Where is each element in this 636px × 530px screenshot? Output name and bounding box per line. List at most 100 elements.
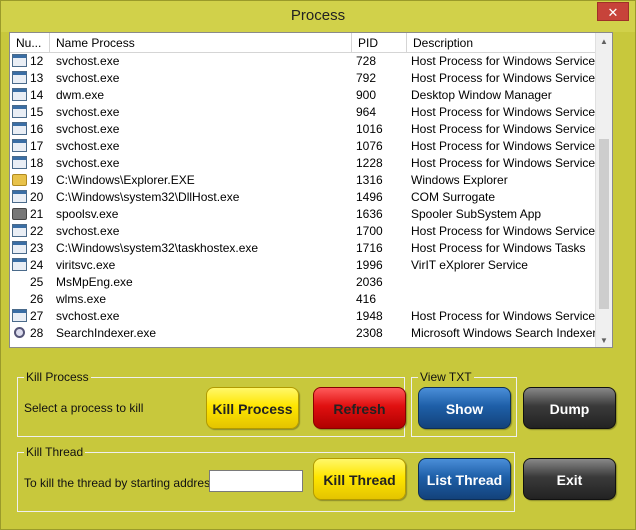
row-description: Host Process for Windows Tasks bbox=[411, 241, 586, 255]
row-number: 14 bbox=[30, 88, 44, 102]
row-number: 16 bbox=[30, 122, 44, 136]
column-pid[interactable]: PID bbox=[352, 33, 407, 53]
table-row[interactable]: 21 spoolsv.exe 1636 Spooler SubSystem App bbox=[10, 206, 605, 223]
row-pid: 1016 bbox=[356, 122, 383, 136]
table-row[interactable]: 27 svchost.exe 1948 Host Process for Window… bbox=[10, 308, 605, 325]
row-process-name: dwm.exe bbox=[56, 88, 105, 102]
scroll-thumb[interactable] bbox=[599, 139, 609, 309]
table-row[interactable]: 28 SearchIndexer.exe 2308 Microsoft Windows… bbox=[10, 325, 605, 342]
dump-button[interactable]: Dump bbox=[523, 387, 616, 429]
window-title: Process bbox=[290, 7, 346, 24]
table-row[interactable]: 25 MsMpEng.exe 2036 bbox=[10, 274, 605, 291]
row-number: 24 bbox=[30, 258, 44, 272]
close-button[interactable]: ✕ bbox=[597, 2, 629, 21]
row-process-name: svchost.exe bbox=[56, 54, 120, 68]
process-window-icon bbox=[12, 224, 28, 239]
scroll-down-icon[interactable]: ▼ bbox=[596, 332, 612, 347]
process-list[interactable]: Nu... Name Process PID Description 12 svc… bbox=[9, 32, 613, 348]
scroll-up-icon[interactable]: ▲ bbox=[596, 33, 612, 50]
table-row[interactable]: 26 wlms.exe 416 bbox=[10, 291, 605, 308]
row-number: 28 bbox=[30, 326, 44, 340]
view-txt-group-label: View TXT bbox=[418, 370, 474, 384]
row-number: 13 bbox=[30, 71, 44, 85]
kill-process-hint: Select a process to kill bbox=[24, 401, 144, 415]
kill-process-group-label: Kill Process bbox=[24, 370, 91, 384]
thread-address-input[interactable] bbox=[209, 470, 303, 492]
row-description: Host Process for Windows Services bbox=[411, 122, 602, 136]
row-pid: 728 bbox=[356, 54, 377, 68]
row-number: 17 bbox=[30, 139, 44, 153]
process-window-icon bbox=[12, 105, 28, 120]
title-bar[interactable]: Process ✕ bbox=[1, 1, 635, 32]
row-process-name: viritsvc.exe bbox=[56, 258, 116, 272]
row-pid: 416 bbox=[356, 292, 377, 306]
row-process-name: spoolsv.exe bbox=[56, 207, 119, 221]
table-row[interactable]: 13 svchost.exe 792 Host Process for Windows… bbox=[10, 70, 605, 87]
table-row[interactable]: 16 svchost.exe 1016 Host Process for Window… bbox=[10, 121, 605, 138]
row-description: Desktop Window Manager bbox=[411, 88, 552, 102]
row-number: 26 bbox=[30, 292, 44, 306]
row-process-name: C:\Windows\system32\DllHost.exe bbox=[56, 190, 240, 204]
row-pid: 2308 bbox=[356, 326, 383, 340]
table-row[interactable]: 18 svchost.exe 1228 Host Process for Window… bbox=[10, 155, 605, 172]
process-window-icon bbox=[12, 190, 28, 205]
column-name-process[interactable]: Name Process bbox=[50, 33, 352, 53]
process-window-icon bbox=[12, 241, 28, 256]
row-pid: 1716 bbox=[356, 241, 383, 255]
row-number: 20 bbox=[30, 190, 44, 204]
row-pid: 1700 bbox=[356, 224, 383, 238]
row-description: VirIT eXplorer Service bbox=[411, 258, 528, 272]
exit-button[interactable]: Exit bbox=[523, 458, 616, 500]
table-row[interactable]: 23 C:\Windows\system32\taskhostex.exe 1716… bbox=[10, 240, 605, 257]
row-description: Microsoft Windows Search Indexer bbox=[411, 326, 597, 340]
row-process-name: svchost.exe bbox=[56, 309, 120, 323]
table-row[interactable]: 17 svchost.exe 1076 Host Process for Window… bbox=[10, 138, 605, 155]
row-process-name: svchost.exe bbox=[56, 224, 120, 238]
process-printer-icon bbox=[12, 207, 28, 222]
row-pid: 1496 bbox=[356, 190, 383, 204]
vertical-scrollbar[interactable]: ▲ ▼ bbox=[595, 33, 612, 347]
row-pid: 1076 bbox=[356, 139, 383, 153]
row-process-name: C:\Windows\system32\taskhostex.exe bbox=[56, 241, 259, 255]
row-pid: 792 bbox=[356, 71, 377, 85]
list-body: 12 svchost.exe 728 Host Process for Windows… bbox=[10, 53, 605, 347]
table-row[interactable]: 15 svchost.exe 964 Host Process for Windows… bbox=[10, 104, 605, 121]
row-process-name: MsMpEng.exe bbox=[56, 275, 133, 289]
process-window-icon bbox=[12, 122, 28, 137]
row-description: Spooler SubSystem App bbox=[411, 207, 542, 221]
kill-thread-button[interactable]: Kill Thread bbox=[313, 458, 406, 500]
table-row[interactable]: 20 C:\Windows\system32\DllHost.exe 1496 COM… bbox=[10, 189, 605, 206]
list-thread-button[interactable]: List Thread bbox=[418, 458, 511, 500]
process-window-icon bbox=[12, 71, 28, 86]
row-pid: 1316 bbox=[356, 173, 383, 187]
row-description: Host Process for Windows Services bbox=[411, 54, 602, 68]
table-row[interactable]: 22 svchost.exe 1700 Host Process for Window… bbox=[10, 223, 605, 240]
row-process-name: SearchIndexer.exe bbox=[56, 326, 157, 340]
column-number[interactable]: Nu... bbox=[10, 33, 50, 53]
table-row[interactable]: 14 dwm.exe 900 Desktop Window Manager bbox=[10, 87, 605, 104]
row-pid: 2036 bbox=[356, 275, 383, 289]
table-row[interactable]: 19 C:\Windows\Explorer.EXE 1316 Windows Exp… bbox=[10, 172, 605, 189]
row-pid: 1948 bbox=[356, 309, 383, 323]
table-row[interactable]: 24 viritsvc.exe 1996 VirIT eXplorer Service bbox=[10, 257, 605, 274]
process-window-icon bbox=[12, 139, 28, 154]
row-process-name: svchost.exe bbox=[56, 139, 120, 153]
row-pid: 1228 bbox=[356, 156, 383, 170]
kill-process-button[interactable]: Kill Process bbox=[206, 387, 299, 429]
table-row[interactable]: 12 svchost.exe 728 Host Process for Windows… bbox=[10, 53, 605, 70]
row-description: Host Process for Windows Services bbox=[411, 105, 602, 119]
row-process-name: svchost.exe bbox=[56, 122, 120, 136]
row-process-name: C:\Windows\Explorer.EXE bbox=[56, 173, 195, 187]
row-description: Host Process for Windows Services bbox=[411, 139, 602, 153]
row-number: 15 bbox=[30, 105, 44, 119]
row-process-name: wlms.exe bbox=[56, 292, 107, 306]
column-description[interactable]: Description bbox=[407, 33, 605, 53]
row-description: Host Process for Windows Services bbox=[411, 71, 602, 85]
row-number: 22 bbox=[30, 224, 44, 238]
process-folder-icon bbox=[12, 173, 28, 188]
show-button[interactable]: Show bbox=[418, 387, 511, 429]
row-description: Windows Explorer bbox=[411, 173, 508, 187]
row-number: 27 bbox=[30, 309, 44, 323]
refresh-button[interactable]: Refresh bbox=[313, 387, 406, 429]
row-pid: 964 bbox=[356, 105, 377, 119]
